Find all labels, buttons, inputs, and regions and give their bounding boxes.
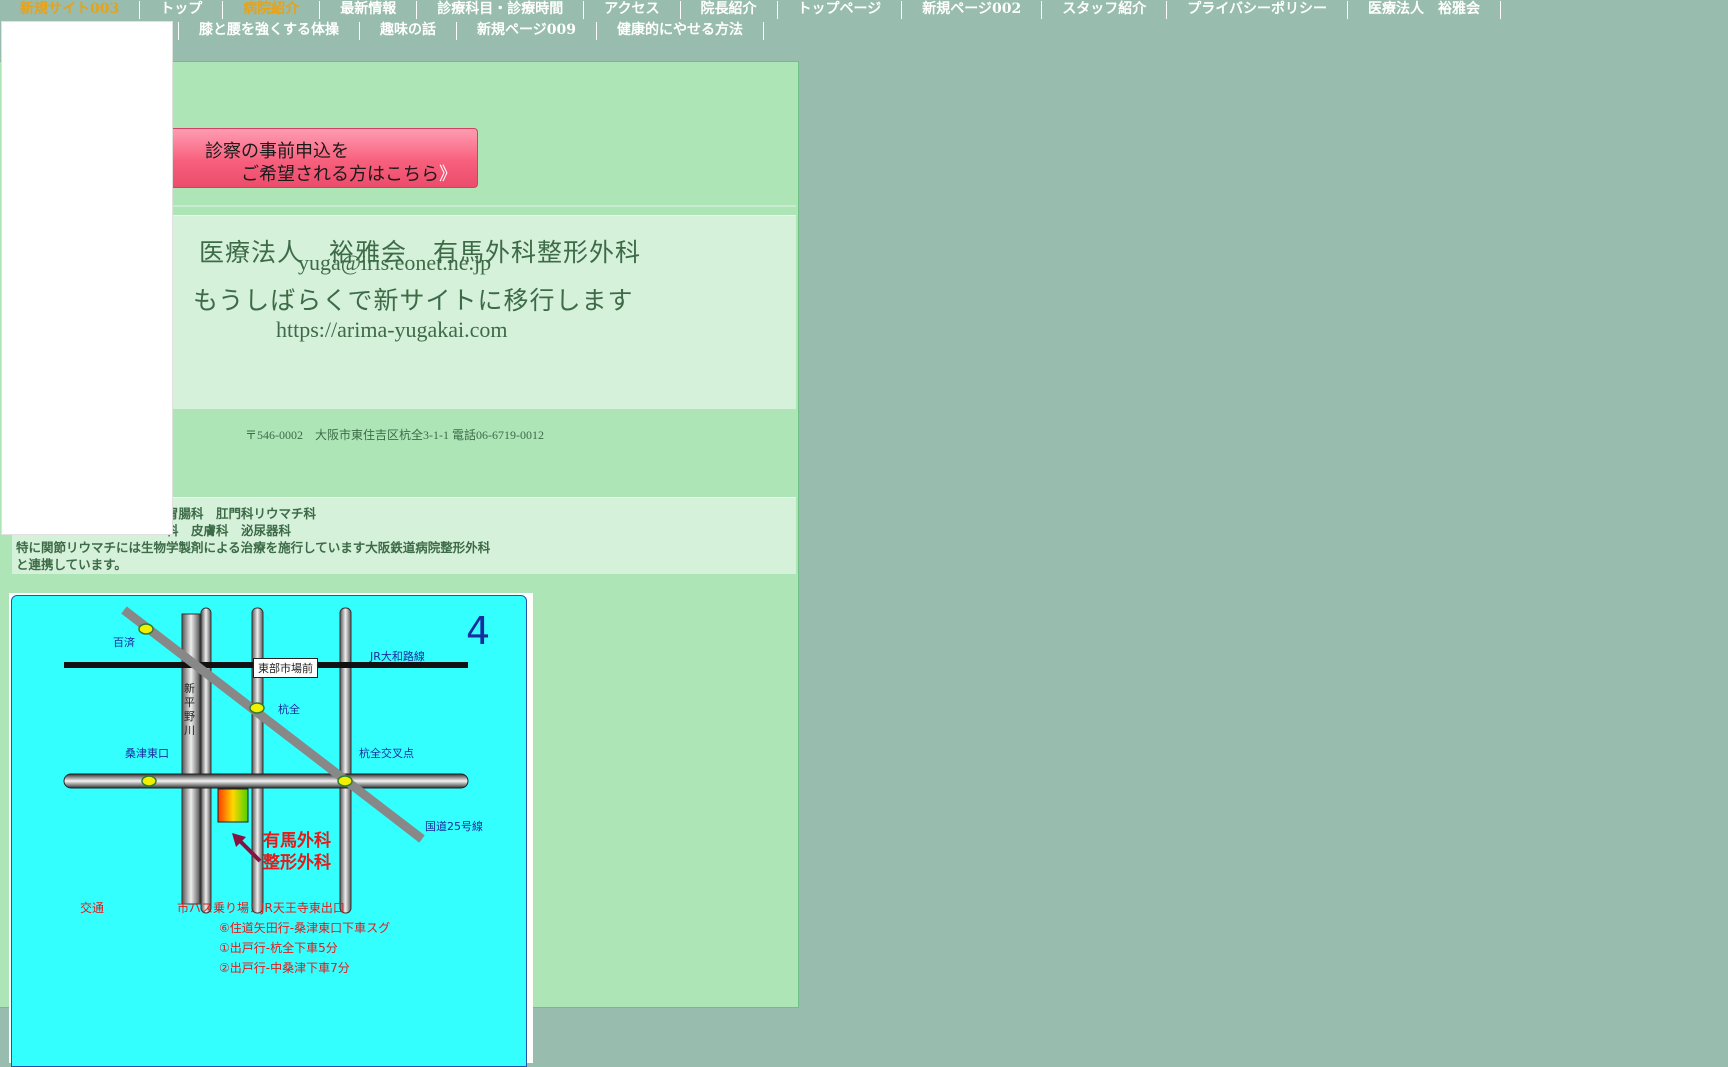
label-jr-line: JR大和路線 bbox=[370, 650, 425, 663]
vertical-road-2 bbox=[251, 607, 264, 914]
station-dot-kuwazu bbox=[141, 775, 157, 787]
migration-notice: もうしばらくで新サイトに移行します bbox=[193, 286, 634, 315]
nav-item-top[interactable]: トップ bbox=[140, 1, 224, 19]
nav-item-corporation[interactable]: 医療法人 裕雅会 bbox=[1348, 1, 1501, 19]
nav-row-1: 新規サイト003 トップ 病院紹介 最新情報 診療科目・診療時間 アクセス 院長… bbox=[0, 0, 1501, 20]
station-dot-kumata-cross bbox=[337, 775, 353, 787]
departments-line-3: 特に関節リウマチには生物学製剤による治療を施行しています大阪鉄道病院整形外科 bbox=[16, 540, 491, 555]
label-river: 新平野川 bbox=[184, 682, 195, 737]
nav-item-news[interactable]: 最新情報 bbox=[320, 1, 418, 19]
left-overlay-panel bbox=[1, 21, 173, 535]
label-route-25: 国道25号線 bbox=[425, 820, 483, 833]
vertical-road-1 bbox=[200, 607, 212, 914]
vertical-road-3 bbox=[339, 607, 352, 914]
label-kumata-cross: 杭全交叉点 bbox=[359, 747, 414, 760]
clinic-building bbox=[217, 788, 249, 823]
nav-item-hospital-intro[interactable]: 病院紹介 bbox=[223, 1, 321, 19]
label-kuwazu: 桑津東口 bbox=[125, 747, 169, 760]
clinic-address: 〒546-0002 大阪市東住吉区杭全3-1-1 電話06-6719-0012 bbox=[245, 428, 544, 442]
banner-arrow-icon: 》 bbox=[439, 164, 457, 185]
nav-item-departments-hours[interactable]: 診療科目・診療時間 bbox=[417, 1, 585, 19]
map-number: 4 bbox=[466, 609, 491, 653]
transit-route-1: ⑥住道矢田行-桑津東口下車スグ bbox=[219, 921, 391, 935]
horizontal-road bbox=[63, 773, 469, 789]
nav-item-diet[interactable]: 健康的にやせる方法 bbox=[597, 22, 764, 40]
transit-title: 交通 bbox=[80, 901, 105, 915]
nav-item-new-page-009[interactable]: 新規ページ009 bbox=[457, 22, 597, 40]
label-clinic-2: 整形外科 bbox=[263, 853, 331, 873]
route-25 bbox=[121, 606, 425, 843]
nav-item-new-page-002[interactable]: 新規ページ002 bbox=[902, 1, 1043, 19]
top-navigation: 新規サイト003 トップ 病院紹介 最新情報 診療科目・診療時間 アクセス 院長… bbox=[0, 0, 1728, 54]
transit-bus-stop: 市バス乗り場：JR天王寺東出口 bbox=[177, 901, 345, 915]
access-map: 百済 JR大和路線 東部市場前 杭全 桑津東口 杭全交叉点 国道25号線 新平野… bbox=[11, 595, 527, 1067]
banner-line-2: ご希望される方はこちら》 bbox=[241, 164, 457, 185]
nav-item-top-page[interactable]: トップページ bbox=[778, 1, 903, 19]
nav-item-exercise[interactable]: 膝と腰を強くする体操 bbox=[179, 22, 360, 40]
label-station: 東部市場前 bbox=[253, 658, 318, 678]
label-hyakusai: 百済 bbox=[113, 636, 135, 649]
nav-item-new-site-003[interactable]: 新規サイト003 bbox=[0, 1, 141, 19]
clinic-email[interactable]: yuga@iris.eonet.ne.jp bbox=[298, 250, 491, 276]
pre-registration-banner[interactable]: 診察の事前申込を ご希望される方はこちら》 bbox=[150, 128, 478, 188]
nav-item-staff[interactable]: スタッフ紹介 bbox=[1042, 1, 1168, 19]
access-map-frame: 百済 JR大和路線 東部市場前 杭全 桑津東口 杭全交叉点 国道25号線 新平野… bbox=[9, 593, 533, 1067]
nav-item-director[interactable]: 院長紹介 bbox=[681, 1, 778, 19]
station-dot-hyakusai bbox=[138, 623, 154, 635]
nav-item-hobby[interactable]: 趣味の話 bbox=[360, 22, 457, 40]
transit-route-3: ②出戸行-中桑津下車7分 bbox=[219, 961, 350, 975]
nav-item-privacy[interactable]: プライバシーポリシー bbox=[1167, 1, 1348, 19]
label-kumata: 杭全 bbox=[278, 703, 300, 716]
nav-row-2: ンク 膝と腰を強くする体操 趣味の話 新規ページ009 健康的にやせる方法 bbox=[130, 21, 764, 41]
departments-line-4: と連携しています。 bbox=[16, 557, 127, 572]
nav-item-access[interactable]: アクセス bbox=[584, 1, 681, 19]
new-site-url[interactable]: https://arima-yugakai.com bbox=[276, 317, 508, 343]
station-dot-kumata bbox=[249, 702, 265, 714]
transit-route-2: ①出戸行-杭全下車5分 bbox=[219, 941, 338, 955]
